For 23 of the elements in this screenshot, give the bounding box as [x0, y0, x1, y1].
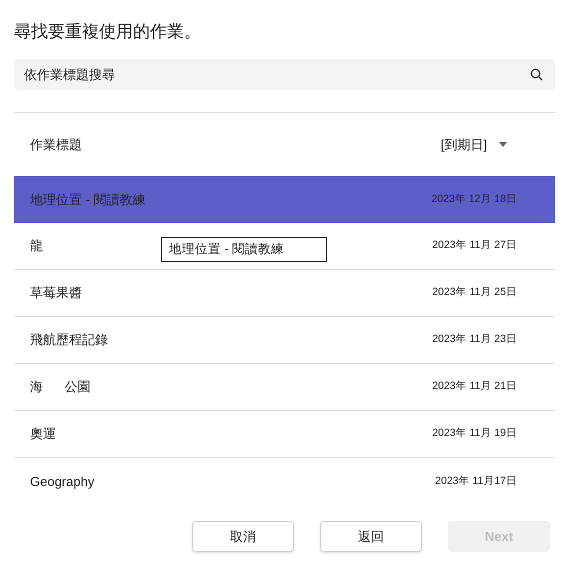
column-header: 作業標題 — [30, 136, 83, 154]
tooltip: 地理位置 - 閱讀教練 — [161, 237, 327, 262]
dialog-button[interactable]: 返回 — [320, 521, 422, 552]
due-date: 2023年 11月 21日 — [432, 379, 517, 394]
search-icon — [530, 68, 543, 81]
assignment-title: Geography — [30, 472, 94, 491]
due-date: 2023年 11月 23日 — [432, 332, 517, 348]
due-date: 2023年 11月17日 — [435, 474, 517, 489]
search-field[interactable]: 依作業標題搜尋 — [14, 59, 555, 90]
assignment-title: 龍 — [30, 237, 43, 256]
due-date: 2023年 11月 27日 — [432, 238, 517, 254]
assignment-title: 奧運 — [30, 425, 56, 444]
assignment-title: 草莓果醬 — [30, 284, 82, 302]
assignment-title: 地理位置 - 閱讀教練 — [30, 190, 146, 209]
sort-dropdown[interactable]: [到期日] — [440, 134, 507, 154]
assignment-title: 海 公園 — [30, 378, 91, 396]
caret-icon — [499, 142, 507, 147]
due-date: 2023年 11月 25日 — [432, 285, 517, 300]
assignment-title: 飛航歷程記錄 — [30, 331, 108, 350]
due-date: 2023年 11月 19日 — [432, 426, 517, 442]
due-date: 2023年 12月 18日 — [431, 192, 517, 207]
dialog-button[interactable]: 取消 — [192, 521, 294, 552]
dialog-title: 尋找要重複使用的作業。 — [14, 21, 202, 43]
